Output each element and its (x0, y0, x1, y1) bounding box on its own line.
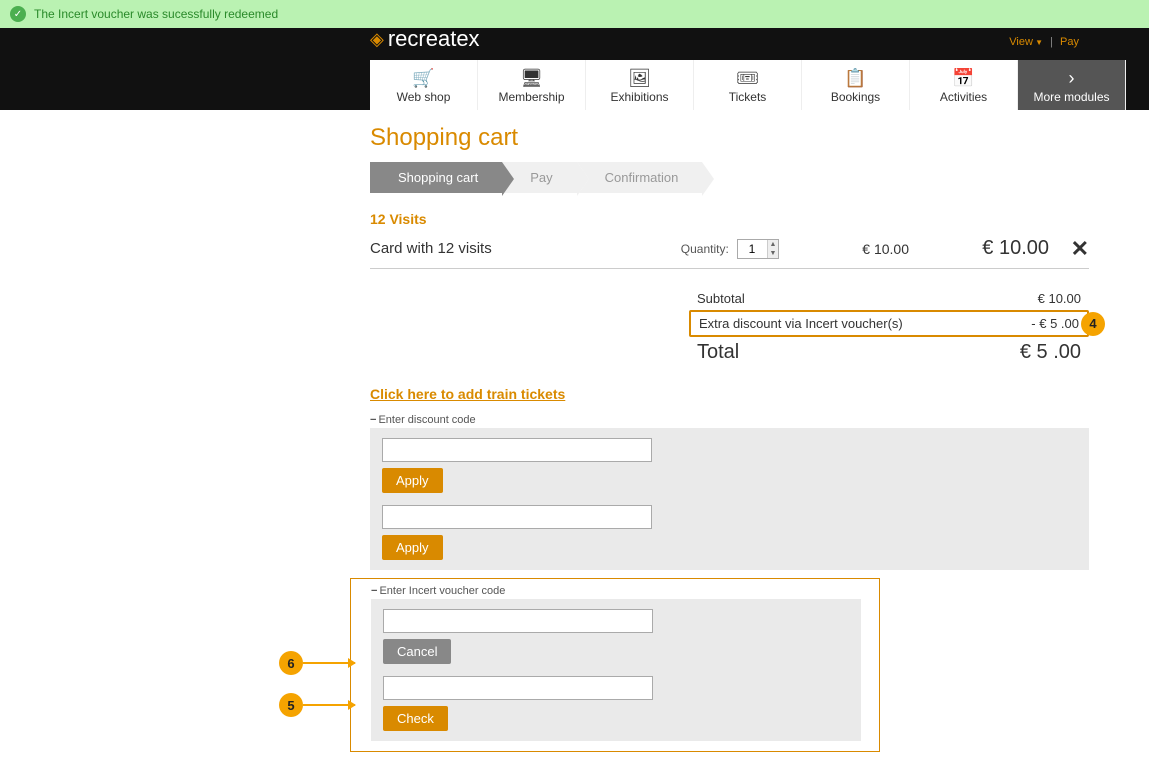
nav-membership[interactable]: 🖥Membership (478, 60, 586, 110)
callout-6: 6 (279, 651, 303, 675)
remove-item-button[interactable]: ✕ (1049, 238, 1089, 260)
logo-icon: ◈ (370, 29, 384, 50)
total-value: € 5 .00 (1020, 341, 1081, 364)
callout-5: 5 (279, 693, 303, 717)
discount-value: - € 5 .00 (1031, 316, 1079, 331)
topbar: ◈ recreatex View ▼ | Pay (0, 28, 1149, 60)
discount-section-body: Apply Apply (370, 428, 1089, 570)
unit-price: € 10.00 (779, 241, 909, 257)
cart-icon: 🛒 (370, 68, 477, 88)
logo[interactable]: ◈ recreatex (370, 26, 480, 52)
clipboard-icon: 📋 (802, 68, 909, 88)
incert-annotation-box: −Enter Incert voucher code Cancel Check … (350, 578, 880, 752)
cancel-button[interactable]: Cancel (383, 639, 451, 664)
qty-down[interactable]: ▼ (767, 249, 778, 258)
total-row: Total € 5 .00 (689, 337, 1089, 368)
topbar-links: View ▼ | Pay (1009, 36, 1079, 48)
totals-block: Subtotal € 10.00 Extra discount via Ince… (689, 287, 1089, 368)
subtotal-value: € 10.00 (1038, 291, 1081, 306)
qty-up[interactable]: ▲ (767, 240, 778, 249)
incert-voucher-input[interactable] (383, 676, 653, 700)
discount-code-input-2[interactable] (382, 505, 652, 529)
qty-label: Quantity: (681, 242, 729, 256)
arrow-5 (303, 704, 355, 706)
callout-4: 4 (1081, 312, 1105, 336)
qty-group: Quantity: ▲ ▼ (681, 239, 779, 259)
caret-down-icon: ▼ (1033, 38, 1043, 47)
discount-section-toggle[interactable]: −Enter discount code (370, 412, 1089, 428)
subtotal-label: Subtotal (697, 291, 745, 306)
view-link[interactable]: View (1009, 36, 1033, 48)
cart-item-desc: Card with 12 visits (370, 240, 681, 257)
incert-section-toggle[interactable]: −Enter Incert voucher code (371, 583, 879, 599)
check-icon: ✓ (10, 6, 26, 22)
discount-row-highlight: Extra discount via Incert voucher(s) - €… (689, 310, 1089, 337)
apply-button-2[interactable]: Apply (382, 535, 443, 560)
ticket-icon: 🎟 (694, 68, 801, 88)
subtotal-row: Subtotal € 10.00 (689, 287, 1089, 310)
separator: | (1050, 36, 1053, 48)
cart-item-header: 12 Visits (370, 211, 1089, 227)
page-title: Shopping cart (370, 124, 1089, 152)
line-total: € 10.00 (909, 237, 1049, 260)
total-label: Total (697, 341, 739, 364)
logo-text: recreatex (388, 26, 480, 52)
monitor-icon: 🖥 (478, 68, 585, 88)
cart-row: Card with 12 visits Quantity: ▲ ▼ € 10.0… (370, 233, 1089, 269)
minus-icon: − (371, 585, 377, 597)
incert-redeemed-input (383, 609, 653, 633)
success-message: The Incert voucher was sucessfully redee… (34, 7, 278, 21)
nav-more-modules[interactable]: ›More modules (1018, 60, 1126, 110)
check-button[interactable]: Check (383, 706, 448, 731)
calendar-icon: 📅 (910, 68, 1017, 88)
chevron-right-icon: › (1018, 68, 1125, 88)
step-cart[interactable]: Shopping cart (370, 162, 502, 193)
nav: 🛒Web shop 🖥Membership 🖼Exhibitions 🎟Tick… (370, 60, 1139, 110)
incert-section-body: Cancel Check (371, 599, 861, 741)
nav-activities[interactable]: 📅Activities (910, 60, 1018, 110)
image-icon: 🖼 (586, 68, 693, 88)
main-content: Shopping cart Shopping cart Pay Confirma… (0, 110, 1149, 782)
success-banner: ✓ The Incert voucher was sucessfully red… (0, 0, 1149, 28)
nav-bookings[interactable]: 📋Bookings (802, 60, 910, 110)
discount-label: Extra discount via Incert voucher(s) (699, 316, 903, 331)
apply-button-1[interactable]: Apply (382, 468, 443, 493)
discount-code-section: −Enter discount code Apply Apply (370, 412, 1089, 570)
nav-tickets[interactable]: 🎟Tickets (694, 60, 802, 110)
nav-container: 🛒Web shop 🖥Membership 🖼Exhibitions 🎟Tick… (0, 60, 1149, 110)
nav-exhibitions[interactable]: 🖼Exhibitions (586, 60, 694, 110)
arrow-6 (303, 662, 355, 664)
pay-link[interactable]: Pay (1060, 36, 1079, 48)
discount-code-input-1[interactable] (382, 438, 652, 462)
cart-section: 12 Visits Card with 12 visits Quantity: … (370, 211, 1089, 269)
nav-webshop[interactable]: 🛒Web shop (370, 60, 478, 110)
train-tickets-link[interactable]: Click here to add train tickets (370, 386, 565, 402)
progress-steps: Shopping cart Pay Confirmation (370, 162, 1089, 193)
step-confirmation[interactable]: Confirmation (577, 162, 703, 193)
minus-icon: − (370, 414, 376, 426)
